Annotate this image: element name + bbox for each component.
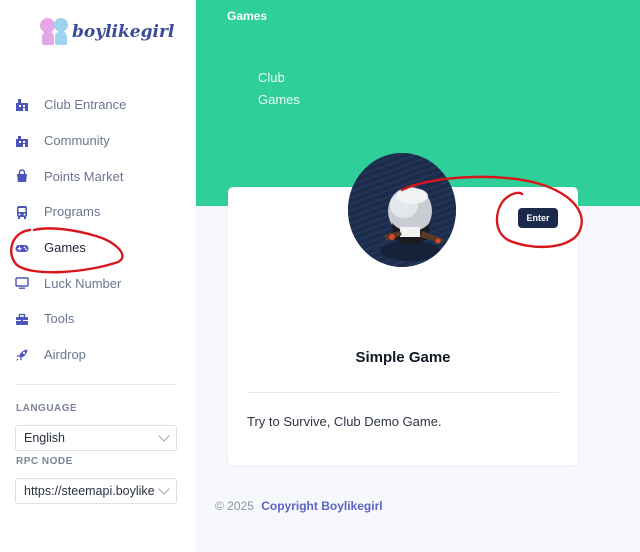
sidebar-item-tools[interactable]: Tools	[0, 301, 196, 337]
game-description: Try to Survive, Club Demo Game.	[247, 414, 442, 429]
sidebar-item-airdrop[interactable]: Airdrop	[0, 337, 196, 373]
game-title: Simple Game	[355, 349, 451, 366]
shopping-bag-icon	[15, 169, 29, 183]
rocket-icon	[15, 348, 29, 362]
sidebar-nav: Club Entrance Community Points Market Pr…	[0, 87, 196, 373]
sidebar-item-games[interactable]: Games	[0, 230, 196, 266]
sidebar-item-label: Club Entrance	[44, 97, 127, 113]
breadcrumb-item-games: Games	[258, 92, 300, 107]
toolbox-icon	[15, 312, 29, 326]
monitor-icon	[15, 276, 29, 290]
language-select-value: English	[24, 431, 65, 445]
sidebar-item-label: Tools	[44, 311, 75, 327]
footer: © 2025 Copyright Boylikegirl	[215, 499, 383, 513]
sidebar-item-label: Games	[44, 240, 86, 256]
page-title: Games	[227, 9, 268, 23]
sidebar-item-luck-number[interactable]: Luck Number	[0, 265, 196, 301]
sidebar-item-label: Programs	[44, 204, 101, 220]
sidebar-item-community[interactable]: Community	[0, 123, 196, 159]
language-select[interactable]: English	[15, 425, 177, 451]
community-icon	[15, 134, 29, 148]
bus-icon	[15, 205, 29, 219]
card-divider	[247, 392, 559, 393]
rpc-node-select[interactable]: https://steemapi.boylikegirl.club	[15, 478, 177, 504]
logo-mark-icon	[40, 16, 70, 48]
sidebar-item-programs[interactable]: Programs	[0, 194, 196, 230]
game-thumbnail[interactable]	[348, 153, 456, 267]
chevron-down-icon	[158, 430, 170, 442]
chevron-down-icon	[158, 483, 170, 495]
gamepad-icon	[15, 241, 29, 255]
sidebar-item-label: Luck Number	[44, 275, 122, 291]
sidebar-item-label: Points Market	[44, 168, 124, 184]
club-entrance-icon	[15, 98, 29, 112]
copyright-year: © 2025	[215, 499, 254, 513]
breadcrumb-item-club[interactable]: Club	[258, 70, 285, 85]
copyright-link[interactable]: Copyright Boylikegirl	[261, 499, 382, 513]
brand-logo[interactable]: boylikegirl	[40, 14, 174, 50]
sidebar-item-club-entrance[interactable]: Club Entrance	[0, 87, 196, 123]
sidebar-item-points-market[interactable]: Points Market	[0, 158, 196, 194]
rpc-node-select-value: https://steemapi.boylikegirl.club	[24, 484, 154, 498]
sidebar-divider	[15, 384, 177, 385]
brand-name: boylikegirl	[72, 22, 175, 42]
enter-button[interactable]: Enter	[518, 208, 558, 228]
sidebar: boylikegirl Club Entrance Community Poin…	[0, 0, 196, 552]
language-label: LANGUAGE	[16, 403, 78, 414]
rpc-node-label: RPC NODE	[16, 456, 73, 467]
sidebar-item-label: Airdrop	[44, 347, 86, 363]
sidebar-item-label: Community	[44, 133, 110, 149]
